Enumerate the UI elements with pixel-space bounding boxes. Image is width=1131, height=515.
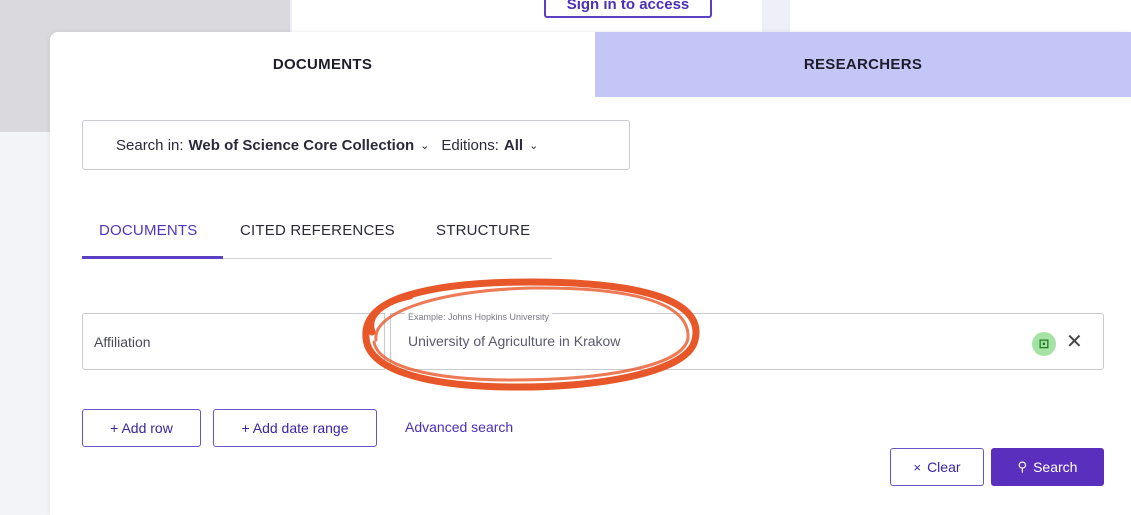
tree-icon[interactable]: ⊡	[1032, 332, 1056, 356]
query-input[interactable]: Example: Johns Hopkins University Univer…	[390, 312, 1104, 370]
advanced-search-link[interactable]: Advanced search	[405, 419, 513, 435]
tab-documents[interactable]: DOCUMENTS	[50, 32, 595, 97]
sign-in-button[interactable]: Sign in to access	[544, 0, 712, 18]
search-button-label: Search	[1033, 459, 1078, 475]
subtab-cited-references[interactable]: CITED REFERENCES	[240, 222, 395, 239]
chevron-down-icon: ⌄	[420, 139, 430, 152]
clear-button-label: Clear	[927, 459, 961, 475]
main-tabs: DOCUMENTS RESEARCHERS	[50, 32, 1131, 97]
query-example-label: Example: Johns Hopkins University	[405, 312, 553, 322]
subtab-documents[interactable]: DOCUMENTS	[99, 222, 197, 239]
query-value[interactable]: University of Agriculture in Krakow	[408, 333, 620, 349]
active-subtab-indicator	[82, 256, 223, 259]
close-icon: ×	[913, 459, 922, 475]
close-icon[interactable]: ✕	[1066, 329, 1083, 354]
collection-dropdown[interactable]: Web of Science Core Collection	[189, 137, 415, 154]
add-date-range-button[interactable]: + Add date range	[213, 409, 377, 447]
top-bar-right	[790, 0, 1131, 32]
clear-button[interactable]: × Clear	[890, 448, 984, 486]
search-in-selector[interactable]: Search in: Web of Science Core Collectio…	[82, 120, 630, 170]
add-row-button[interactable]: + Add row	[82, 409, 201, 447]
search-in-prefix: Search in:	[116, 136, 184, 154]
editions-dropdown[interactable]: All	[504, 137, 523, 154]
field-select-affiliation[interactable]: Affiliation	[82, 313, 385, 370]
search-icon: ⚲	[1017, 459, 1028, 474]
editions-prefix: Editions:	[441, 136, 499, 154]
subtab-structure[interactable]: STRUCTURE	[436, 222, 530, 239]
tab-researchers[interactable]: RESEARCHERS	[595, 32, 1131, 97]
search-subtabs: DOCUMENTS CITED REFERENCES STRUCTURE	[82, 219, 552, 259]
search-card: DOCUMENTS RESEARCHERS Search in: Web of …	[50, 32, 1131, 515]
chevron-down-icon: ⌄	[529, 139, 539, 152]
search-button[interactable]: ⚲ Search	[991, 448, 1104, 486]
field-select-label: Affiliation	[94, 333, 151, 350]
